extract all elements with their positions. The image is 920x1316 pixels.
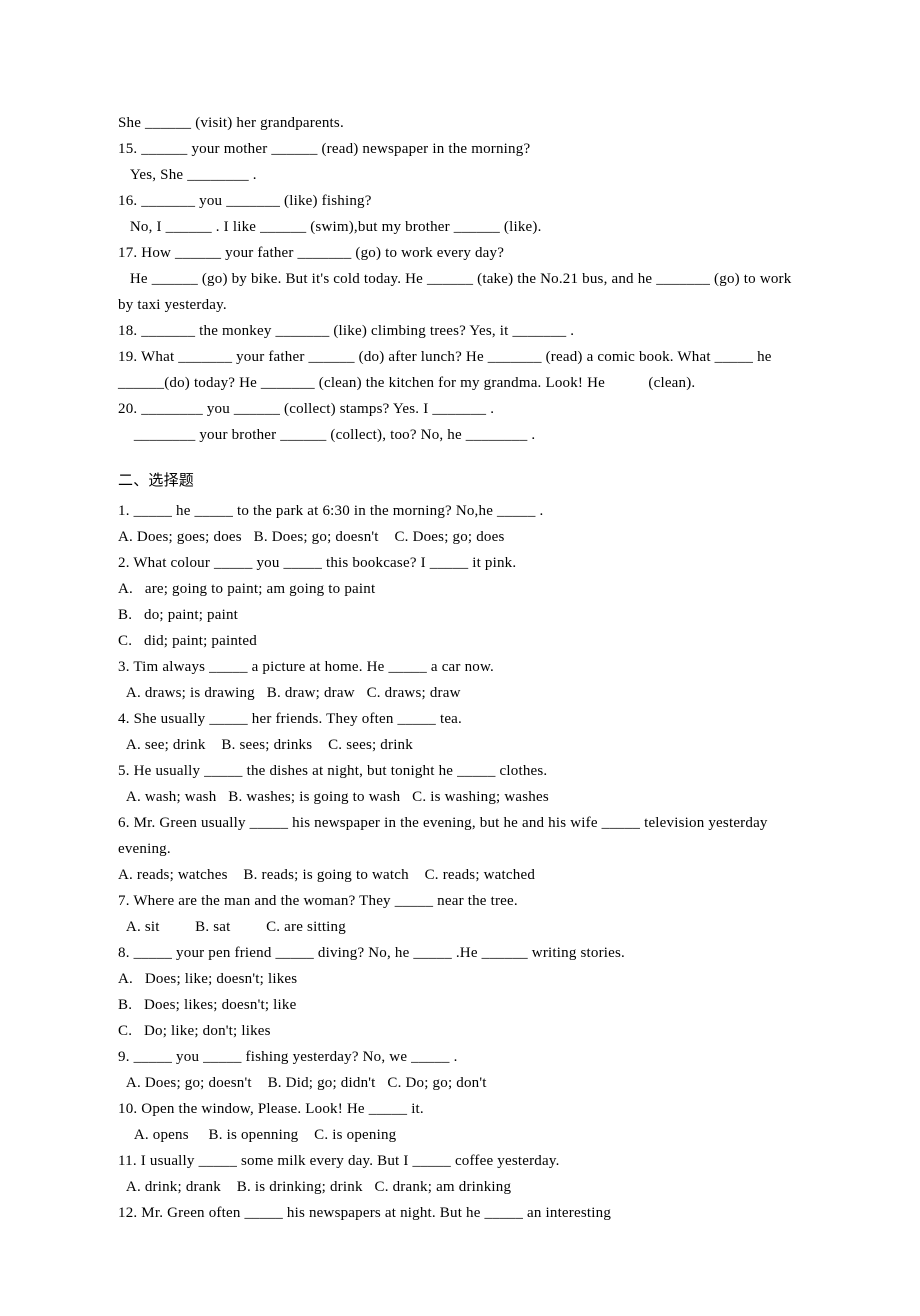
mc-option: A. are; going to paint; am going to pain… bbox=[118, 576, 802, 602]
mc-options: A. opens B. is openning C. is opening bbox=[118, 1122, 802, 1148]
mc-option: A. Does; like; doesn't; likes bbox=[118, 966, 802, 992]
mc-options: A. see; drink B. sees; drinks C. sees; d… bbox=[118, 732, 802, 758]
mc-options: A. reads; watches B. reads; is going to … bbox=[118, 862, 802, 888]
mc-options: A. sit B. sat C. are sitting bbox=[118, 914, 802, 940]
fill-in-line: 19. What _______ your father ______ (do)… bbox=[118, 344, 802, 396]
mc-options: A. drink; drank B. is drinking; drink C.… bbox=[118, 1174, 802, 1200]
mc-option: C. Do; like; don't; likes bbox=[118, 1018, 802, 1044]
mc-question: 6. Mr. Green usually _____ his newspaper… bbox=[118, 810, 802, 862]
fill-in-line: 15. ______ your mother ______ (read) new… bbox=[118, 136, 802, 162]
mc-option: C. did; paint; painted bbox=[118, 628, 802, 654]
mc-question: 7. Where are the man and the woman? They… bbox=[118, 888, 802, 914]
mc-option: B. Does; likes; doesn't; like bbox=[118, 992, 802, 1018]
fill-in-line: 16. _______ you _______ (like) fishing? bbox=[118, 188, 802, 214]
mc-question: 10. Open the window, Please. Look! He __… bbox=[118, 1096, 802, 1122]
fill-in-line: ________ your brother ______ (collect), … bbox=[118, 422, 802, 448]
mc-question: 8. _____ your pen friend _____ diving? N… bbox=[118, 940, 802, 966]
mc-question: 2. What colour _____ you _____ this book… bbox=[118, 550, 802, 576]
mc-options: A. Does; go; doesn't B. Did; go; didn't … bbox=[118, 1070, 802, 1096]
mc-question: 12. Mr. Green often _____ his newspapers… bbox=[118, 1200, 802, 1226]
section-heading: 二、选择题 bbox=[118, 468, 802, 494]
mc-question: 5. He usually _____ the dishes at night,… bbox=[118, 758, 802, 784]
fill-in-line: She ______ (visit) her grandparents. bbox=[118, 110, 802, 136]
mc-question: 9. _____ you _____ fishing yesterday? No… bbox=[118, 1044, 802, 1070]
fill-in-line: 20. ________ you ______ (collect) stamps… bbox=[118, 396, 802, 422]
mc-question: 1. _____ he _____ to the park at 6:30 in… bbox=[118, 498, 802, 524]
mc-question: 3. Tim always _____ a picture at home. H… bbox=[118, 654, 802, 680]
multiple-choice-section: 1. _____ he _____ to the park at 6:30 in… bbox=[118, 498, 802, 1226]
mc-options: A. wash; wash B. washes; is going to was… bbox=[118, 784, 802, 810]
mc-option: B. do; paint; paint bbox=[118, 602, 802, 628]
mc-question: 11. I usually _____ some milk every day.… bbox=[118, 1148, 802, 1174]
fill-in-line: He ______ (go) by bike. But it's cold to… bbox=[118, 266, 802, 318]
fill-in-line: 17. How ______ your father _______ (go) … bbox=[118, 240, 802, 266]
mc-options: A. Does; goes; does B. Does; go; doesn't… bbox=[118, 524, 802, 550]
fill-in-line: Yes, She ________ . bbox=[118, 162, 802, 188]
worksheet-page: She ______ (visit) her grandparents. 15.… bbox=[0, 0, 920, 1316]
fill-in-line: No, I ______ . I like ______ (swim),but … bbox=[118, 214, 802, 240]
fill-in-section: She ______ (visit) her grandparents. 15.… bbox=[118, 110, 802, 448]
mc-question: 4. She usually _____ her friends. They o… bbox=[118, 706, 802, 732]
fill-in-line: 18. _______ the monkey _______ (like) cl… bbox=[118, 318, 802, 344]
mc-options: A. draws; is drawing B. draw; draw C. dr… bbox=[118, 680, 802, 706]
